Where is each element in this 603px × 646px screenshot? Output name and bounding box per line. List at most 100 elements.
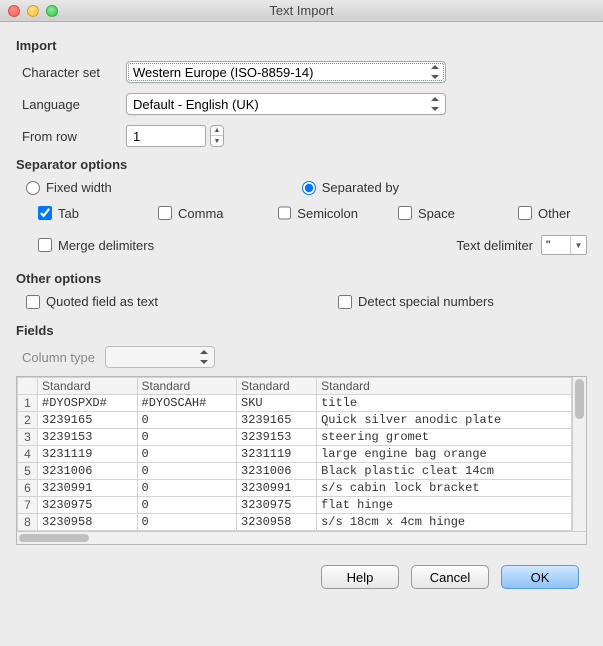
table-row[interactable]: 1#DYOSPXD##DYOSCAH#SKUtitle [18,395,572,412]
cell[interactable]: 3231119 [38,446,138,463]
cell[interactable]: 3230991 [237,480,317,497]
column-header[interactable]: Standard [317,378,572,395]
cell[interactable]: Black plastic cleat 14cm [317,463,572,480]
minimize-icon[interactable] [27,5,39,17]
cell[interactable]: 3239165 [237,412,317,429]
check-label: Space [418,206,455,221]
ok-button[interactable]: OK [501,565,579,589]
charset-select[interactable]: Western Europe (ISO-8859-14) [126,61,446,83]
cell[interactable]: 3230958 [38,514,138,531]
language-label: Language [16,97,126,112]
cell[interactable]: 0 [137,497,237,514]
check-label: Detect special numbers [358,294,494,309]
dialog-buttons: Help Cancel OK [0,545,603,605]
row-number: 1 [18,395,38,412]
column-type-select[interactable] [105,346,215,368]
cell[interactable]: 0 [137,480,237,497]
text-delimiter-label: Text delimiter [456,238,533,253]
cell[interactable]: 0 [137,463,237,480]
cell[interactable]: large engine bag orange [317,446,572,463]
horizontal-scrollbar[interactable] [16,531,587,545]
check-label: Other [538,206,571,221]
table-row[interactable]: 3323915303239153steering gromet [18,429,572,446]
check-other[interactable]: Other [518,206,578,221]
chevron-updown-icon [197,348,211,366]
cell[interactable]: 0 [137,514,237,531]
text-delimiter-input[interactable] [542,236,570,254]
cell[interactable]: 3239165 [38,412,138,429]
chevron-updown-icon [428,95,442,113]
cell[interactable]: #DYOSPXD# [38,395,138,412]
check-label: Quoted field as text [46,294,158,309]
check-tab[interactable]: Tab [38,206,118,221]
table-row[interactable]: 5323100603231006Black plastic cleat 14cm [18,463,572,480]
chevron-down-icon[interactable]: ▼ [211,136,223,146]
cell[interactable]: s/s 18cm x 4cm hinge [317,514,572,531]
charset-label: Character set [16,65,126,80]
table-row[interactable]: 7323097503230975flat hinge [18,497,572,514]
cell[interactable]: title [317,395,572,412]
fromrow-label: From row [16,129,126,144]
check-semicolon[interactable]: Semicolon [278,206,358,221]
row-number: 4 [18,446,38,463]
cell[interactable]: 3230975 [237,497,317,514]
chevron-up-icon[interactable]: ▲ [211,126,223,136]
grid-corner [18,378,38,395]
language-select[interactable]: Default - English (UK) [126,93,446,115]
cell[interactable]: s/s cabin lock bracket [317,480,572,497]
cell[interactable]: 0 [137,429,237,446]
radio-separated-by[interactable]: Separated by [302,180,399,195]
close-icon[interactable] [8,5,20,17]
fromrow-stepper[interactable]: ▲ ▼ [210,125,224,147]
table-row[interactable]: 6323099103230991s/s cabin lock bracket [18,480,572,497]
check-label: Comma [178,206,224,221]
radio-label: Fixed width [46,180,112,195]
check-label: Tab [58,206,79,221]
fromrow-input[interactable] [126,125,206,147]
column-header[interactable]: Standard [38,378,138,395]
cell[interactable]: 3231006 [237,463,317,480]
radio-label: Separated by [322,180,399,195]
cell[interactable]: 3239153 [237,429,317,446]
check-space[interactable]: Space [398,206,478,221]
section-other: Other options [16,271,587,286]
cancel-button[interactable]: Cancel [411,565,489,589]
cell[interactable]: 3230958 [237,514,317,531]
cell[interactable]: 0 [137,412,237,429]
text-delimiter-combo[interactable]: ▼ [541,235,587,255]
cell[interactable]: #DYOSCAH# [137,395,237,412]
check-detect-numbers[interactable]: Detect special numbers [338,294,494,309]
column-header[interactable]: Standard [237,378,317,395]
cell[interactable]: 3230975 [38,497,138,514]
cell[interactable]: 3239153 [38,429,138,446]
cell[interactable]: Quick silver anodic plate [317,412,572,429]
row-number: 8 [18,514,38,531]
cell[interactable]: flat hinge [317,497,572,514]
chevron-down-icon[interactable]: ▼ [570,236,586,254]
table-row[interactable]: 8323095803230958s/s 18cm x 4cm hinge [18,514,572,531]
cell[interactable]: 3230991 [38,480,138,497]
help-button[interactable]: Help [321,565,399,589]
check-merge-delimiters[interactable]: Merge delimiters [38,238,154,253]
column-type-label: Column type [22,350,95,365]
chevron-updown-icon [428,63,442,81]
section-separator: Separator options [16,157,587,172]
section-import: Import [16,38,587,53]
radio-fixed-width[interactable]: Fixed width [26,180,112,195]
cell[interactable]: 3231006 [38,463,138,480]
check-comma[interactable]: Comma [158,206,238,221]
table-row[interactable]: 2323916503239165Quick silver anodic plat… [18,412,572,429]
cell[interactable]: steering gromet [317,429,572,446]
cell[interactable]: SKU [237,395,317,412]
row-number: 3 [18,429,38,446]
cell[interactable]: 3231119 [237,446,317,463]
window-controls [8,5,58,17]
row-number: 7 [18,497,38,514]
vertical-scrollbar[interactable] [572,377,586,531]
table-row[interactable]: 4323111903231119large engine bag orange [18,446,572,463]
check-quoted-field[interactable]: Quoted field as text [26,294,158,309]
column-header[interactable]: Standard [137,378,237,395]
zoom-icon[interactable] [46,5,58,17]
row-number: 6 [18,480,38,497]
cell[interactable]: 0 [137,446,237,463]
